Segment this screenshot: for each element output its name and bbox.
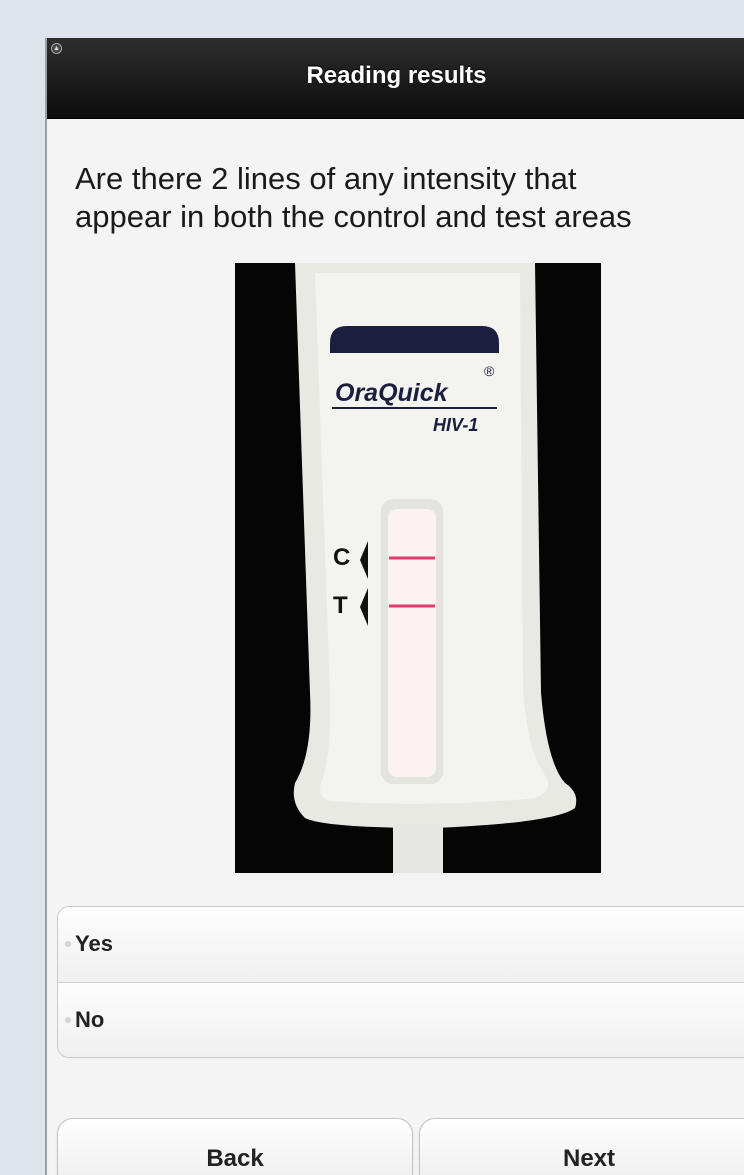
- header-bar: ▲ Reading results: [47, 38, 744, 119]
- test-marker-label: T: [333, 592, 348, 619]
- question-line-1: Are there 2 lines of any intensity that: [75, 161, 577, 196]
- answer-yes[interactable]: Yes: [58, 907, 744, 982]
- question-text: Are there 2 lines of any intensity that …: [75, 160, 744, 236]
- circle-up-icon: ▲: [51, 43, 62, 54]
- brand-logo: OraQuick: [335, 379, 449, 407]
- brand-band: [330, 326, 499, 353]
- control-marker-label: C: [333, 544, 350, 571]
- answer-no[interactable]: No: [58, 982, 744, 1057]
- app-screen: ▲ Reading results Are there 2 lines of a…: [45, 38, 744, 1175]
- result-window: [388, 509, 436, 777]
- answer-no-label: No: [75, 1007, 105, 1032]
- answer-yes-label: Yes: [75, 931, 113, 956]
- registered-mark: ®: [484, 363, 495, 379]
- bullet-icon: [65, 941, 71, 947]
- page-title: Reading results: [306, 62, 487, 89]
- question-line-2: appear in both the control and test area…: [75, 199, 632, 234]
- back-button[interactable]: Back: [57, 1118, 413, 1175]
- answer-list: Yes No: [57, 906, 744, 1058]
- device-handle: [393, 823, 443, 873]
- product-name: HIV-1: [433, 415, 478, 435]
- test-device-photo: OraQuick ® HIV-1 C T: [235, 263, 601, 873]
- bullet-icon: [65, 1017, 71, 1023]
- next-button[interactable]: Next: [419, 1118, 744, 1175]
